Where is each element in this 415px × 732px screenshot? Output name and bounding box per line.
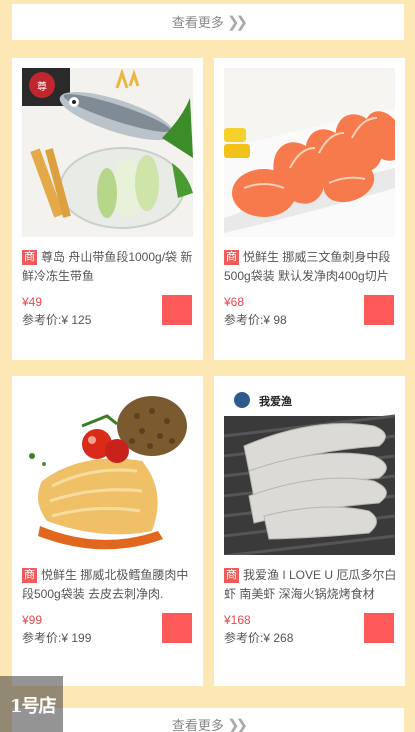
store-badge: 商 [22, 568, 37, 583]
reference-price: 参考价:¥ 125 [22, 313, 92, 327]
store-badge: 商 [22, 250, 37, 265]
product-title[interactable]: 商悦鲜生 挪威北极鳕鱼腰肉中段500g袋装 去皮去刺净肉. [22, 566, 196, 604]
reference-price: 参考价:¥ 98 [224, 313, 287, 327]
view-more-label: 查看更多 [171, 15, 224, 30]
product-title[interactable]: 商我爱渔 I LOVE U 厄瓜多尔白虾 南美虾 深海火锅烧烤食材 [224, 566, 398, 604]
store-badge: 商 [224, 250, 239, 265]
product-title-text: 悦鲜生 挪威北极鳕鱼腰肉中段500g袋装 去皮去刺净肉. [22, 568, 189, 601]
svg-text:尊: 尊 [37, 80, 47, 93]
product-card[interactable]: 我爱渔 商我爱渔 I LOVE U 厄瓜多尔白虾 南美虾 深海火锅烧烤食材 ¥1… [214, 376, 405, 686]
add-to-cart-button[interactable] [364, 295, 394, 325]
product-card[interactable]: 商悦鲜生 挪威北极鳕鱼腰肉中段500g袋装 去皮去刺净肉. ¥99 参考价:¥ … [12, 376, 203, 686]
add-to-cart-button[interactable] [162, 613, 192, 643]
double-chevron-right-icon: ❯❯ [226, 14, 248, 31]
product-image[interactable] [22, 386, 193, 555]
product-image[interactable]: 我爱渔 [224, 386, 395, 555]
product-price: ¥168 [224, 613, 251, 627]
chevron-right-icon: › [46, 692, 52, 712]
product-title-text: 悦鲜生 挪威三文鱼刺身中段500g袋装 默认发净肉400g切片 [224, 250, 391, 283]
svg-text:我爱渔: 我爱渔 [259, 394, 292, 408]
view-more-bottom-button[interactable]: 查看更多 ❯❯ [12, 708, 404, 732]
reference-price: 参考价:¥ 199 [22, 631, 92, 645]
product-title[interactable]: 商尊岛 舟山带鱼段1000g/袋 新鲜冷冻生带鱼 [22, 248, 196, 286]
product-card[interactable]: 商悦鲜生 挪威三文鱼刺身中段500g袋装 默认发净肉400g切片 ¥68 参考价… [214, 58, 405, 360]
double-chevron-right-icon: ❯❯ [226, 717, 248, 732]
product-price: ¥49 [22, 295, 43, 309]
product-price: ¥68 [224, 295, 245, 309]
reference-price: 参考价:¥ 268 [224, 631, 294, 645]
view-more-label: 查看更多 [171, 718, 224, 732]
add-to-cart-button[interactable] [162, 295, 192, 325]
view-more-top-button[interactable]: 查看更多 ❯❯ [12, 4, 404, 40]
product-price: ¥99 [22, 613, 43, 627]
add-to-cart-button[interactable] [364, 613, 394, 643]
product-image[interactable] [224, 68, 395, 237]
store-badge: 商 [224, 568, 239, 583]
product-title-text: 我爱渔 I LOVE U 厄瓜多尔白虾 南美虾 深海火锅烧烤食材 [224, 568, 397, 601]
product-image[interactable]: 尊 [22, 68, 193, 237]
product-title[interactable]: 商悦鲜生 挪威三文鱼刺身中段500g袋装 默认发净肉400g切片 [224, 248, 398, 286]
product-card[interactable]: 尊 商尊岛 舟山带鱼段1000g/袋 新鲜冷冻生带鱼 ¥49 参考价:¥ 125 [12, 58, 203, 360]
product-title-text: 尊岛 舟山带鱼段1000g/袋 新鲜冷冻生带鱼 [22, 250, 193, 283]
yhd-floating-logo-button[interactable]: 1号店 › [0, 676, 63, 732]
